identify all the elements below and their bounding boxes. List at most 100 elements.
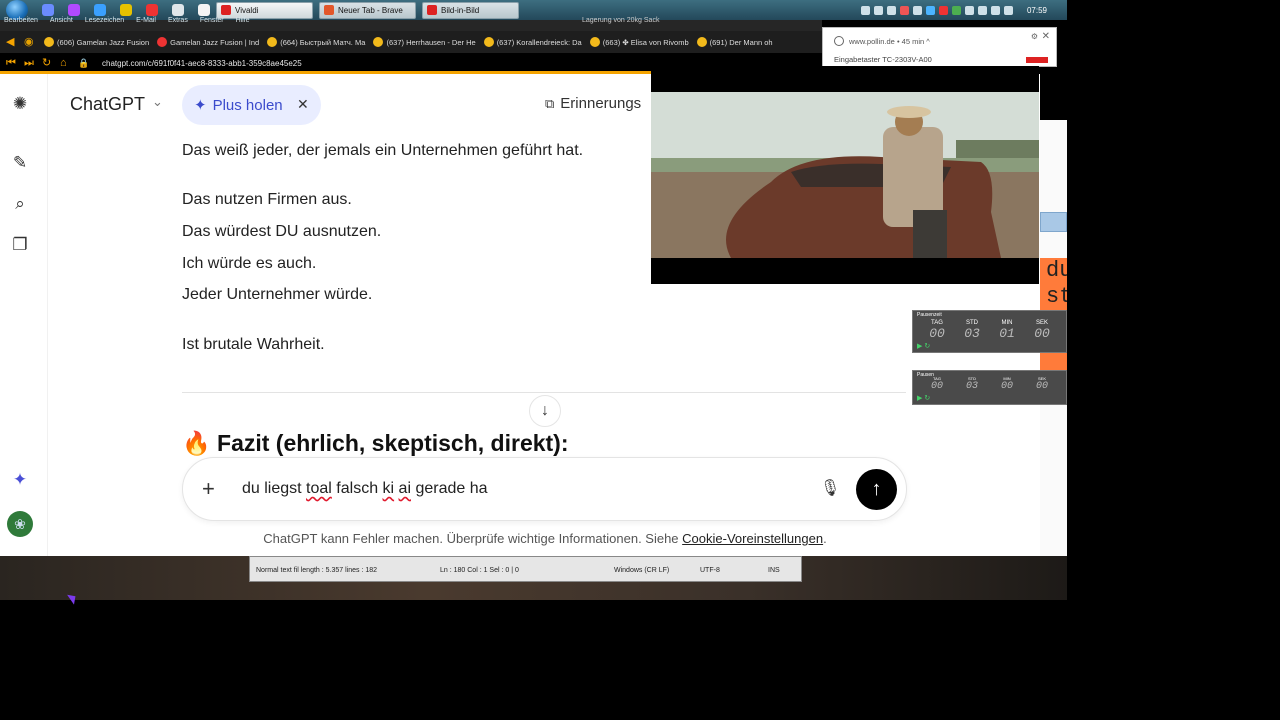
send-button[interactable]: ↑ [856,469,897,510]
bookmark-icon [696,37,707,47]
bookmark-item[interactable]: (606) Gamelan Jazz Fusion [44,37,149,47]
countdown-timer: Pausen TAG 00 STD 03 MIN 00 SEK 00 ▶ ↻ [912,370,1067,405]
message-line: Das nutzen Firmen aus. [182,191,352,208]
bookmark-item[interactable]: (664) Быстрый Матч. Ма [267,37,365,47]
tray-icon[interactable] [951,5,961,15]
prompt-text-segment: gerade ha [411,480,488,497]
timer-cell: MIN 01 [994,320,1020,341]
taskbar-item-pip[interactable]: Bild-in-Bild [422,1,519,19]
openai-logo-icon[interactable]: ✺ [10,94,30,114]
quicklaunch-icon[interactable] [42,4,54,16]
quicklaunch-icon[interactable] [146,4,158,16]
disclaimer-text: ChatGPT kann Fehler machen. Überprüfe wi… [263,531,683,546]
menu-item[interactable]: Lesezeichen [85,17,124,24]
tray-icon[interactable] [964,5,974,15]
message-line: Ist brutale Wahrheit. [182,336,325,353]
close-icon[interactable]: ✕ [1042,31,1050,42]
quicklaunch-icon[interactable] [94,4,106,16]
library-icon[interactable]: ❐ [10,235,30,255]
menu-item[interactable]: Fenster [200,17,224,24]
taskbar-clock[interactable]: 07:59 [1027,6,1047,15]
microphone-icon[interactable]: 🎙 [820,478,840,498]
url-field[interactable]: chatgpt.com/c/691f0f41-aec8-8333-abb1-35… [102,59,302,68]
section-heading-text: Fazit (ehrlich, skeptisch, direkt): [217,430,569,456]
video-frame [651,92,1039,258]
first-page-icon[interactable]: ⏮ [6,57,18,69]
picture-in-picture-video[interactable] [651,66,1039,284]
last-page-icon[interactable]: ⏭ [24,57,36,69]
bookmark-icon [373,37,384,47]
divider [182,392,906,393]
background-window-title: Lagerung von 20kg Sack [582,17,660,24]
vivaldi-icon[interactable]: ◉ [24,36,36,48]
editor-position: Ln : 180 Col : 1 Sel : 0 | 0 [440,567,519,574]
tray-icon[interactable] [977,5,987,15]
countdown-timer: Pausenzeit TAG 00 STD 03 MIN 01 SEK 00 ▶ ↻ [912,310,1067,353]
close-icon[interactable]: ✕ [297,96,309,113]
tray-icon[interactable] [925,5,935,15]
browser-menu-bar: Bearbeiten Ansicht Lesezeichen E-Mail Ex… [0,17,822,31]
cookie-settings-link[interactable]: Cookie-Voreinstellungen [682,531,823,546]
tray-icon[interactable] [873,5,883,15]
editor-eol: Windows (CR LF) [614,567,670,574]
bookmark-item[interactable]: (637) Korallendreieck: Da [483,37,582,47]
search-icon[interactable]: ⌕ [10,194,30,214]
timer-value: 00 [1034,326,1050,341]
menu-item[interactable]: Bearbeiten [4,17,38,24]
fire-icon: 🔥 [182,430,211,456]
prompt-composer: + du liegst toal falsch ki ai gerade ha … [182,457,907,521]
play-icon[interactable]: ▶ ↻ [917,342,930,350]
gear-icon[interactable]: ⚙ [1031,32,1038,41]
notification-popup[interactable]: www.pollin.de • 45 min ^ ⚙ ✕ Eingabetast… [822,27,1057,67]
bookmark-item[interactable]: (637) Herrhausen - Der He [373,37,476,47]
home-icon[interactable]: ⌂ [60,57,72,69]
timer-cell: TAG 00 [924,376,950,392]
menu-item[interactable]: Extras [168,17,188,24]
arrow-up-icon: ↑ [871,478,882,500]
bookmark-item[interactable]: Gamelan Jazz Fusion | Ind [157,37,259,47]
scroll-down-button[interactable]: ↓ [529,395,561,427]
memory-label: Erinnerungs [560,95,642,112]
model-selector[interactable]: ChatGPT [70,94,145,115]
timer-value: 03 [965,381,978,392]
message-line: Jeder Unternehmer würde. [182,286,373,303]
tray-icon[interactable] [886,5,896,15]
section-heading: 🔥 Fazit (ehrlich, skeptisch, direkt): [182,430,569,457]
tray-icon[interactable] [912,5,922,15]
notification-title: Eingabetaster TC-2303V-A00 [834,55,932,64]
get-plus-button[interactable]: ✦ Plus holen ✕ [182,85,321,125]
bookmark-item[interactable]: (691) Der Mann oh [696,37,773,47]
timer-value: 00 [930,381,943,392]
tray-icon[interactable] [1003,5,1013,15]
sparkle-icon[interactable]: ✦ [10,470,30,490]
memory-button[interactable]: ⧉ Erinnerungs [545,95,641,112]
quicklaunch-icon[interactable] [198,4,210,16]
menu-item[interactable]: Hilfe [236,17,250,24]
disclaimer: ChatGPT kann Fehler machen. Überprüfe wi… [0,531,1040,546]
pollin-logo [1026,57,1048,63]
tray-icon[interactable] [899,5,909,15]
message-line: Das weiß jeder, der jemals ein Unternehm… [182,142,584,159]
timer-cell: STD 03 [959,376,985,392]
chevron-down-icon[interactable]: ⌄ [152,94,163,110]
tray-icon[interactable] [860,5,870,15]
system-tray: 07:59 [860,0,1067,20]
taskbar-item-brave[interactable]: Neuer Tab - Brave [319,1,416,19]
quicklaunch-icon[interactable] [172,4,184,16]
bookmark-item[interactable]: (663) ✤ Elisa von Rivomb [589,37,689,47]
quicklaunch-icon[interactable] [68,4,80,16]
back-icon[interactable]: ◀ [6,36,18,48]
menu-item[interactable]: E-Mail [136,17,156,24]
menu-item[interactable]: Ansicht [50,17,73,24]
new-chat-icon[interactable]: ✎ [10,153,30,173]
editor-encoding: UTF-8 [700,567,720,574]
tray-icon[interactable] [938,5,948,15]
tray-icon[interactable] [990,5,1000,15]
reload-icon[interactable]: ↻ [42,57,54,69]
plus-icon[interactable]: + [202,475,215,503]
taskbar-item-vivaldi[interactable]: Vivaldi [216,1,313,19]
quicklaunch-icon[interactable] [120,4,132,16]
play-icon[interactable]: ▶ ↻ [917,394,930,402]
bookmark-icon [44,37,54,47]
prompt-input[interactable]: du liegst toal falsch ki ai gerade ha [242,480,488,498]
